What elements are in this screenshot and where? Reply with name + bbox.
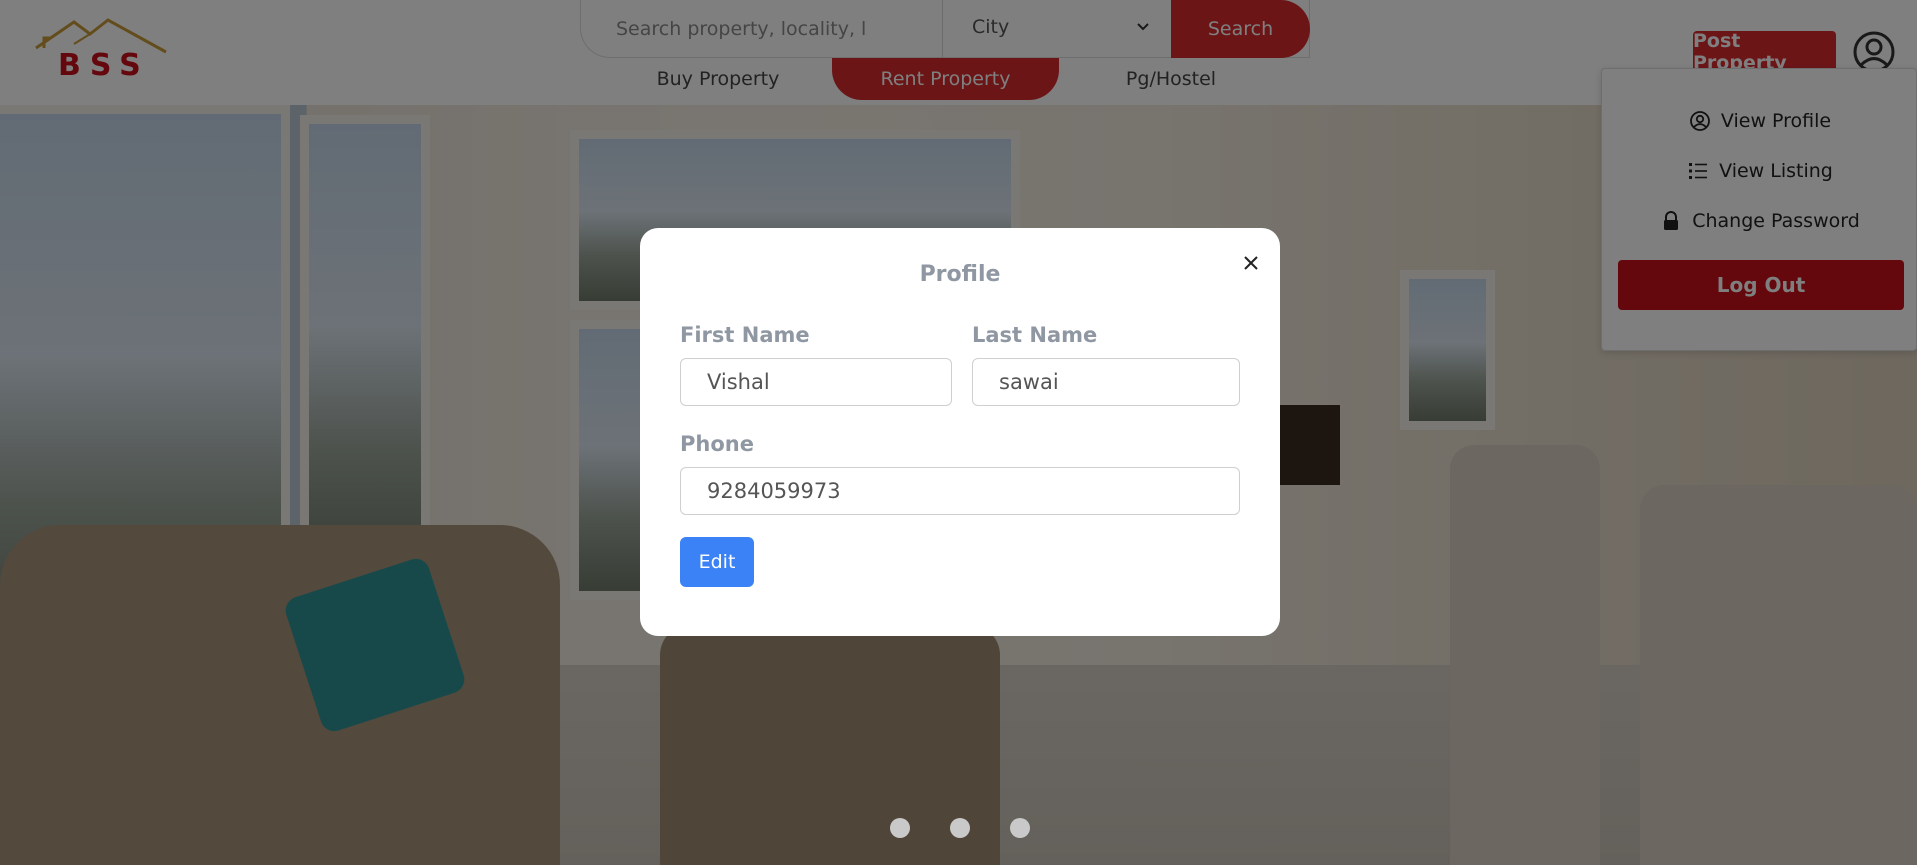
phone-field[interactable] [680,467,1240,515]
close-icon[interactable] [1236,248,1266,278]
phone-label: Phone [680,432,754,456]
first-name-field[interactable] [680,358,952,406]
carousel-dot[interactable] [950,818,970,838]
carousel-dot[interactable] [890,818,910,838]
carousel-dot[interactable] [1010,818,1030,838]
edit-button[interactable]: Edit [680,537,754,587]
profile-modal: Profile First Name Last Name Phone Edit [640,228,1280,636]
carousel-indicators [0,818,1917,840]
last-name-field[interactable] [972,358,1240,406]
last-name-label: Last Name [972,323,1098,347]
first-name-label: First Name [680,323,810,347]
modal-title: Profile [919,262,1001,287]
